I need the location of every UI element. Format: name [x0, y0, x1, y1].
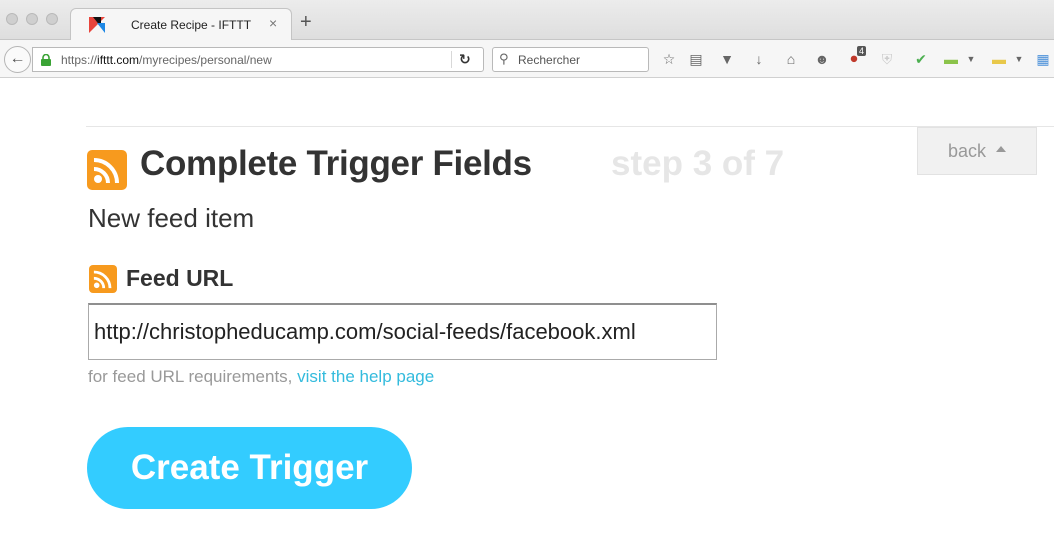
ifttt-favicon-icon [89, 17, 105, 33]
rss-channel-icon [87, 150, 127, 190]
tab-title: Create Recipe - IFTTT [131, 18, 252, 32]
tab-bar: Create Recipe - IFTTT × + [0, 0, 1054, 40]
reload-icon[interactable]: ↻ [459, 51, 471, 68]
window-zoom-button[interactable] [46, 13, 58, 25]
ublock-badge: 4 [857, 46, 867, 56]
green-folder-icon[interactable]: ▬ [942, 50, 960, 68]
url-separator [451, 51, 452, 68]
feed-url-input[interactable] [88, 303, 717, 360]
download-icon[interactable]: ↓ [750, 50, 768, 68]
navigation-bar: ← https://ifttt.com/myrecipes/personal/n… [0, 40, 1054, 78]
address-bar[interactable]: https://ifttt.com/myrecipes/personal/new… [32, 47, 484, 72]
tab-close-icon[interactable]: × [269, 15, 277, 31]
url-text: https://ifttt.com/myrecipes/personal/new [61, 53, 272, 67]
checkmark-icon[interactable]: ✔ [912, 50, 930, 68]
caret-up-icon [996, 146, 1006, 152]
back-arrow-icon[interactable]: ← [4, 46, 31, 73]
page-title: Complete Trigger Fields [140, 144, 532, 183]
chevron-down-icon[interactable]: ▼ [962, 50, 980, 68]
window-minimize-button[interactable] [26, 13, 38, 25]
pocket-icon[interactable]: ▼ [718, 50, 736, 68]
help-text-prefix: for feed URL requirements, [88, 367, 293, 386]
bookmark-star-icon[interactable]: ☆ [660, 50, 678, 68]
rss-field-icon [89, 265, 117, 293]
yellow-folder-icon[interactable]: ▬ [990, 50, 1008, 68]
shield-icon[interactable]: ⛨ [878, 50, 896, 68]
back-button[interactable]: back [917, 127, 1037, 175]
extension-icon[interactable]: ▦ [1034, 50, 1052, 68]
new-tab-button[interactable]: + [300, 12, 312, 32]
back-label: back [948, 141, 987, 161]
chevron-down-icon[interactable]: ▼ [1010, 50, 1028, 68]
help-page-link[interactable]: visit the help page [297, 367, 434, 386]
lock-icon [41, 54, 51, 66]
browser-tab[interactable]: Create Recipe - IFTTT × [70, 8, 292, 40]
window-close-button[interactable] [6, 13, 18, 25]
smiley-icon[interactable]: ☻ [813, 50, 831, 68]
reading-list-icon[interactable]: ▤ [687, 50, 705, 68]
home-icon[interactable]: ⌂ [782, 50, 800, 68]
feed-url-label: Feed URL [126, 265, 234, 291]
step-indicator: step 3 of 7 [611, 144, 785, 183]
search-bar[interactable]: ⚲ Rechercher [492, 47, 649, 72]
help-text: for feed URL requirements, visit the hel… [88, 367, 434, 387]
create-trigger-button[interactable]: Create Trigger [87, 427, 412, 509]
header-divider [86, 126, 1054, 127]
trigger-subtitle: New feed item [88, 203, 255, 233]
search-icon: ⚲ [499, 51, 509, 66]
search-placeholder: Rechercher [518, 53, 581, 67]
